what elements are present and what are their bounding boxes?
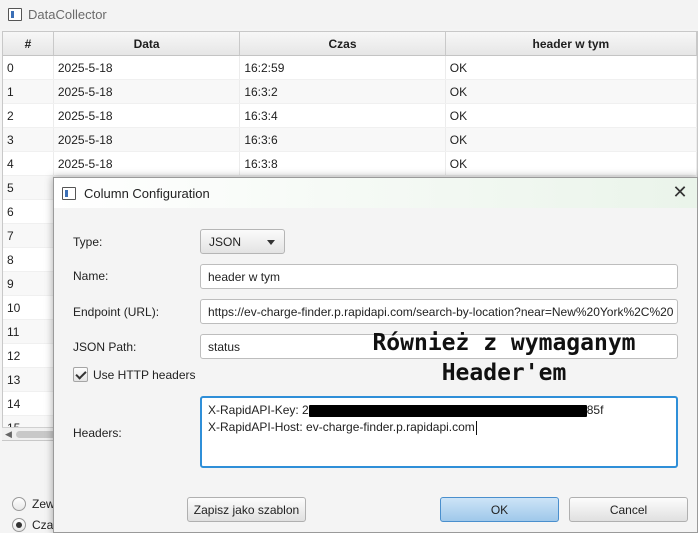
endpoint-label: Endpoint (URL): [73, 305, 160, 319]
cell-index: 12 [3, 344, 54, 367]
cell-header-w-tym: OK [446, 80, 697, 103]
cell-index: 13 [3, 368, 54, 391]
cell-data: 2025-5-18 [54, 80, 241, 103]
headers-textarea[interactable]: X-RapidAPI-Key: 2 85f X-RapidAPI-Host: e… [200, 396, 678, 468]
headers-label: Headers: [73, 426, 122, 440]
cell-czas: 16:3:8 [240, 152, 446, 175]
close-icon[interactable]: ✕ [671, 183, 689, 201]
cell-index: 8 [3, 248, 54, 271]
cell-index: 11 [3, 320, 54, 343]
annotation-line-1: Również z wymaganym [372, 330, 636, 356]
redaction-bar [308, 404, 587, 417]
cell-index: 0 [3, 56, 54, 79]
jsonpath-label: JSON Path: [73, 340, 137, 354]
radio-label: Zew [32, 497, 55, 511]
ok-button[interactable]: OK [440, 497, 559, 522]
app-icon [8, 8, 22, 21]
table-row[interactable]: 1 2025-5-18 16:3:2 OK [3, 80, 697, 104]
type-select[interactable]: JSON [200, 229, 285, 254]
annotation-line-2: Header'em [441, 360, 567, 386]
cell-index: 14 [3, 392, 54, 415]
cell-index: 7 [3, 224, 54, 247]
header-key-prefix: X-RapidAPI-Key: 2 [208, 403, 309, 417]
column-header-czas[interactable]: Czas [240, 32, 446, 55]
column-header-header-w-tym[interactable]: header w tym [446, 32, 697, 55]
cell-czas: 16:3:4 [240, 104, 446, 127]
table-header: # Data Czas header w tym [3, 32, 697, 56]
cell-index: 2 [3, 104, 54, 127]
cell-index: 9 [3, 272, 54, 295]
column-header-index[interactable]: # [3, 32, 54, 55]
cell-index: 10 [3, 296, 54, 319]
header-line-host: X-RapidAPI-Host: ev-charge-finder.p.rapi… [208, 419, 670, 436]
annotation-overlay: Również z wymaganym Header'em [354, 328, 654, 388]
use-http-headers-label: Use HTTP headers [93, 367, 196, 382]
cell-index: 3 [3, 128, 54, 151]
text-cursor [475, 420, 477, 435]
table-row[interactable]: 0 2025-5-18 16:2:59 OK [3, 56, 697, 80]
type-label: Type: [73, 235, 103, 249]
endpoint-input[interactable]: https://ev-charge-finder.p.rapidapi.com/… [200, 299, 678, 324]
scrollbar-thumb[interactable] [16, 431, 56, 438]
cell-data: 2025-5-18 [54, 104, 241, 127]
save-as-template-button[interactable]: Zapisz jako szablon [187, 497, 306, 522]
window-title: DataCollector [28, 7, 107, 22]
cell-data: 2025-5-18 [54, 152, 241, 175]
dialog-app-icon [62, 186, 76, 200]
checkbox-checked-icon[interactable] [73, 367, 88, 382]
name-label: Name: [73, 269, 109, 283]
header-line-key: X-RapidAPI-Key: 2 85f [208, 402, 670, 419]
name-input[interactable]: header w tym [200, 264, 678, 289]
cell-czas: 16:3:6 [240, 128, 446, 151]
radio-button[interactable] [12, 518, 26, 532]
use-http-headers-checkbox[interactable]: Use HTTP headers [73, 367, 196, 382]
radio-option-zew[interactable]: Zew [12, 497, 55, 511]
cell-index: 4 [3, 152, 54, 175]
cell-czas: 16:3:2 [240, 80, 446, 103]
cell-index: 6 [3, 200, 54, 223]
table-row[interactable]: 3 2025-5-18 16:3:6 OK [3, 128, 697, 152]
column-header-data[interactable]: Data [54, 32, 241, 55]
main-titlebar: DataCollector [0, 0, 698, 29]
chevron-down-icon [267, 240, 275, 245]
cell-header-w-tym: OK [446, 56, 697, 79]
radio-button[interactable] [12, 497, 26, 511]
table-row[interactable]: 4 2025-5-18 16:3:8 OK [3, 152, 697, 176]
cell-data: 2025-5-18 [54, 56, 241, 79]
column-configuration-dialog: Column Configuration ✕ Type: JSON Name: … [53, 177, 698, 533]
cancel-button[interactable]: Cancel [569, 497, 688, 522]
header-key-suffix: 85f [586, 403, 604, 417]
cell-header-w-tym: OK [446, 152, 697, 175]
cell-czas: 16:2:59 [240, 56, 446, 79]
cell-header-w-tym: OK [446, 128, 697, 151]
cell-index: 5 [3, 176, 54, 199]
table-row[interactable]: 2 2025-5-18 16:3:4 OK [3, 104, 697, 128]
horizontal-scrollbar[interactable]: ◀ [2, 427, 56, 440]
header-host-text: X-RapidAPI-Host: ev-charge-finder.p.rapi… [208, 420, 475, 434]
cell-header-w-tym: OK [446, 104, 697, 127]
type-select-value: JSON [209, 234, 242, 249]
scroll-left-icon[interactable]: ◀ [5, 429, 12, 440]
cell-data: 2025-5-18 [54, 128, 241, 151]
dialog-title: Column Configuration [84, 185, 210, 201]
dialog-titlebar: Column Configuration [54, 178, 697, 208]
cell-index: 1 [3, 80, 54, 103]
